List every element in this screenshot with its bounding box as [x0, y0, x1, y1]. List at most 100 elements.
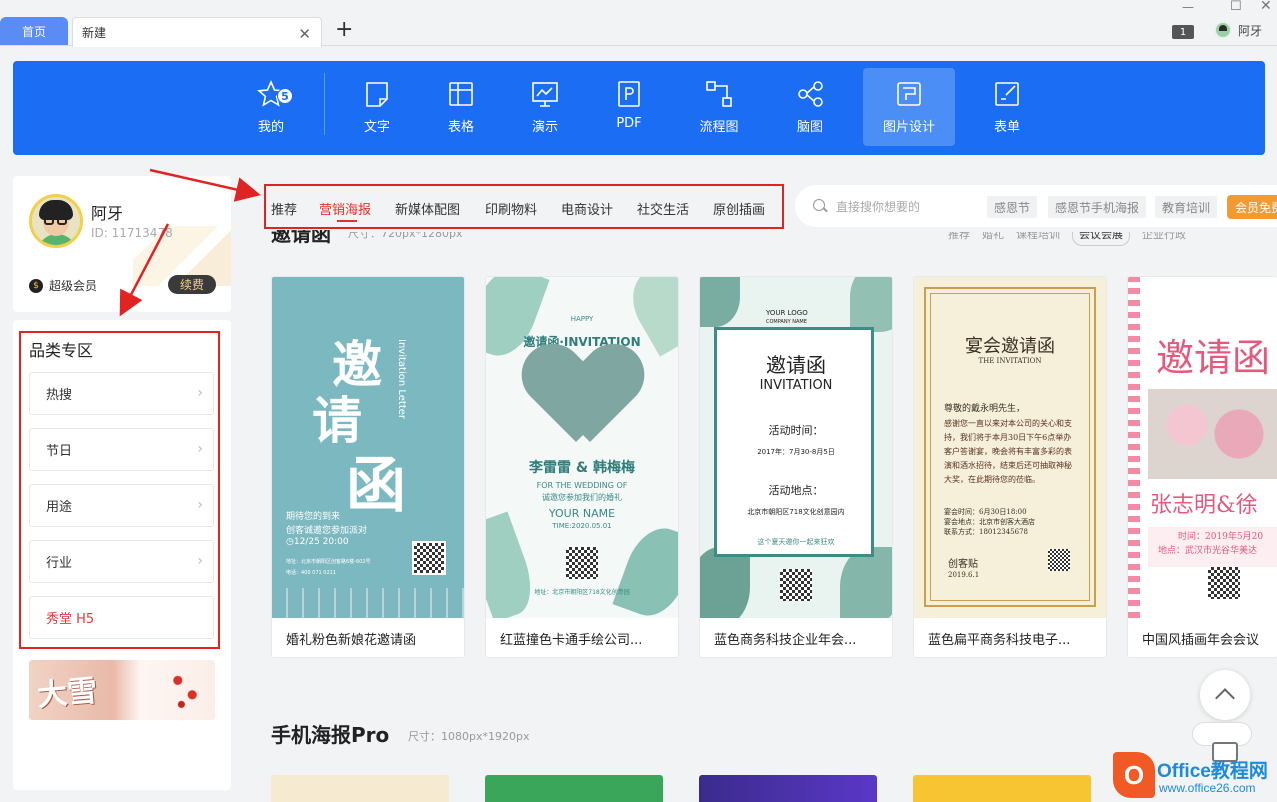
- template-caption: 中国风插画年会会议: [1142, 633, 1260, 648]
- app-toolbar: 5 我的 文字 表格 演示 PDF 流程图 脑图 图片设计 表单: [13, 61, 1265, 155]
- watermark-brand: Office教程网: [1157, 761, 1268, 782]
- template-caption: 蓝色扁平商务科技电子...: [928, 633, 1071, 648]
- avatar: [1214, 21, 1232, 39]
- thumb-text: THE INVITATION: [978, 357, 1042, 365]
- filter-wedding[interactable]: 婚礼: [982, 232, 1004, 246]
- thumb-decoration: [272, 588, 464, 618]
- thumb-text: Invitation Letter: [396, 339, 407, 420]
- thumb-text: 尊敬的戴永明先生，: [944, 404, 1026, 414]
- back-to-top-button[interactable]: [1200, 670, 1250, 720]
- template-card[interactable]: 邀请函 张志明&徐 时间：2019年5月20 地点：武汉市光谷华美达 中国风插画…: [1127, 276, 1277, 658]
- template-card[interactable]: 宴会邀请函 THE INVITATION 尊敬的戴永明先生， 感谢您一直以来对本…: [913, 276, 1107, 658]
- vip-label: 超级会员: [49, 279, 98, 293]
- snow-banner[interactable]: 大雪: [29, 660, 215, 720]
- toolbar-text[interactable]: 文字: [331, 68, 423, 146]
- filter-recommend[interactable]: 推荐: [948, 232, 970, 246]
- form-icon: [993, 80, 1021, 108]
- profile-id: ID: 11713478: [91, 226, 173, 240]
- toolbar-table[interactable]: 表格: [415, 68, 507, 146]
- template-card[interactable]: 邀 请 函 Invitation Letter 期待您的到来 创客诚邀您参加派对…: [271, 276, 465, 658]
- section-size: 尺寸：720px*1280px: [348, 232, 463, 240]
- toolbar-presentation[interactable]: 演示: [499, 68, 591, 146]
- toolbar-label: 表单: [993, 120, 1020, 135]
- thumb-text: 诚邀您参加我们的婚礼: [542, 493, 622, 502]
- leaf-decoration: [612, 519, 678, 618]
- image-design-icon: [895, 80, 923, 108]
- tab-new[interactable]: 新建 ✕: [72, 17, 322, 47]
- template-card-preview[interactable]: [271, 775, 449, 802]
- toolbar-image-design[interactable]: 图片设计: [863, 68, 955, 146]
- presentation-icon: [531, 80, 559, 108]
- search-tag[interactable]: 感恩节手机海报: [1048, 196, 1147, 218]
- minimize-icon[interactable]: —: [1182, 0, 1194, 14]
- thumb-text: 宴会地点：北京市创客大酒店: [944, 518, 1035, 526]
- doc-icon: [363, 80, 391, 108]
- thumb-text: 创客诚邀您参加派对: [286, 526, 368, 536]
- thumb-text: 邀请函: [1156, 336, 1271, 380]
- title-bar: 首页 新建 ✕ + — ☐ ✕ 1 阿牙: [0, 0, 1277, 47]
- template-card[interactable]: HAPPY 邀请函·INVITATION 李雷雷 & 韩梅梅 FOR THE W…: [485, 276, 679, 658]
- filter-enterprise[interactable]: 企业行政: [1142, 232, 1186, 246]
- tab-home[interactable]: 首页: [0, 17, 68, 45]
- search-tag[interactable]: 感恩节: [987, 196, 1038, 218]
- thumb-photo: [1148, 389, 1277, 479]
- template-card-preview[interactable]: [699, 775, 877, 802]
- page-count-badge[interactable]: 1: [1172, 25, 1194, 39]
- profile-name: 阿牙: [91, 204, 124, 223]
- thumb-text: 邀请函: [766, 353, 826, 377]
- heart-photo: [528, 347, 638, 447]
- toolbar-pdf[interactable]: PDF: [583, 68, 675, 146]
- search-icon: [813, 199, 825, 211]
- avatar[interactable]: [29, 194, 83, 248]
- mine-badge: 5: [277, 88, 293, 104]
- toolbar-mine[interactable]: 5 我的: [225, 68, 317, 146]
- thumb-text: YOUR LOGO: [766, 309, 808, 317]
- section-filters: 推荐 婚礼 课程培训 会议会展 企业行政: [948, 232, 1186, 246]
- thumb-text: 地址：北京市朝阳区创客路6楼-602号: [286, 559, 371, 565]
- toolbar-label: 脑图: [796, 120, 823, 135]
- toolbar-mindmap[interactable]: 脑图: [764, 68, 856, 146]
- toolbar-divider: [324, 73, 325, 135]
- top-user-name: 阿牙: [1238, 23, 1263, 38]
- qr-code: [566, 547, 598, 579]
- office-logo-icon: O: [1113, 752, 1155, 798]
- thumb-text: COMPANY NAME: [766, 319, 807, 325]
- profile-card: 阿牙 ID: 11713478 $ 超级会员 续费: [13, 176, 231, 312]
- new-tab-plus-icon[interactable]: +: [335, 17, 353, 42]
- star-icon: 5: [257, 80, 293, 108]
- thumb-text: 创客贴: [948, 559, 978, 570]
- template-card-preview[interactable]: [485, 775, 663, 802]
- thumb-text: 联系方式：18012345678: [944, 528, 1028, 536]
- toolbar-form[interactable]: 表单: [961, 68, 1053, 146]
- toolbar-flowchart[interactable]: 流程图: [673, 68, 765, 146]
- thumb-text: ◷12/25 20:00: [286, 537, 349, 547]
- leaf-decoration: [840, 547, 892, 618]
- filter-training[interactable]: 课程培训: [1016, 232, 1060, 246]
- window-close-icon[interactable]: ✕: [1260, 0, 1272, 14]
- toolbar-label: 图片设计: [882, 120, 935, 135]
- vip-free-button[interactable]: 会员免费: [1227, 195, 1277, 219]
- search-placeholder: 直接搜你想要的: [836, 200, 921, 214]
- template-caption: 蓝色商务科技企业年会...: [714, 633, 857, 648]
- pdf-icon: [615, 80, 643, 108]
- qr-code: [780, 569, 812, 601]
- top-user[interactable]: 阿牙: [1214, 21, 1262, 39]
- thumb-text: 地点：武汉市光谷华美达: [1158, 546, 1258, 556]
- template-thumbnail: 邀请函 张志明&徐 时间：2019年5月20 地点：武汉市光谷华美达: [1128, 277, 1277, 618]
- leaf-decoration: [700, 547, 750, 618]
- maximize-icon[interactable]: ☐: [1230, 0, 1242, 14]
- renew-button[interactable]: 续费: [168, 275, 216, 294]
- template-thumbnail: HAPPY 邀请函·INVITATION 李雷雷 & 韩梅梅 FOR THE W…: [486, 277, 678, 618]
- search-tag[interactable]: 教育培训: [1155, 196, 1218, 218]
- filter-conference[interactable]: 会议会展: [1072, 232, 1130, 246]
- watermark-url: www.office26.com: [1159, 781, 1256, 795]
- template-caption: 红蓝撞色卡通手绘公司...: [500, 633, 643, 648]
- thumb-text: 电话：400 071 0211: [286, 570, 336, 576]
- template-card[interactable]: YOUR LOGO COMPANY NAME 邀请函 INVITATION 活动时…: [699, 276, 893, 658]
- thumb-text: TIME:2020.05.01: [552, 522, 612, 530]
- vip-icon: $: [29, 278, 43, 293]
- thumb-text: 宴会邀请函: [965, 336, 1055, 357]
- close-icon[interactable]: ✕: [298, 25, 311, 43]
- thumb-text: YOUR NAME: [548, 507, 616, 520]
- template-card-preview[interactable]: [913, 775, 1091, 802]
